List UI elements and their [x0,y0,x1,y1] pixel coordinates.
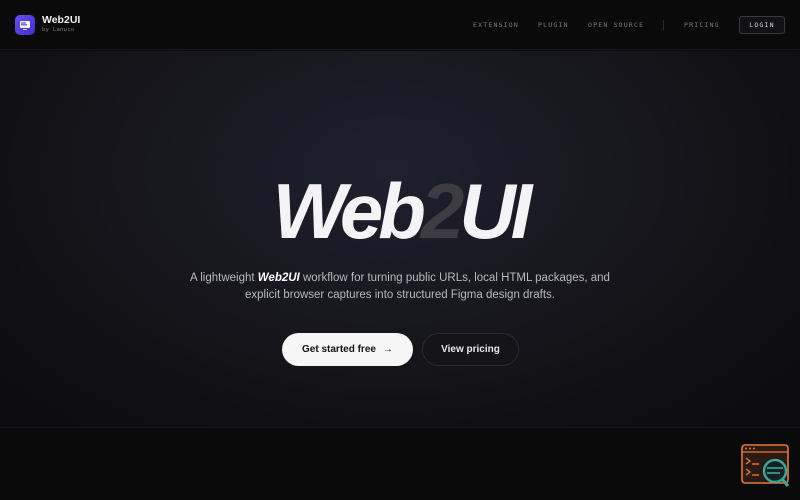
hero-description-brand: Web2UI [257,272,300,284]
app-logo-icon [15,14,35,35]
view-pricing-label: View pricing [441,344,500,355]
arrow-right-icon: → [382,344,393,355]
nav-link-extension[interactable]: EXTENSION [473,21,519,29]
hero-description-post: workflow for turning public URLs, local … [245,272,610,301]
hero-title-accent: 2 [420,167,464,255]
hero-title-web: Web [272,167,426,255]
nav-link-pricing[interactable]: PRICING [684,21,720,29]
get-started-button[interactable]: Get started free → [282,333,413,366]
brand-name: Web2UI [42,14,81,26]
hero-title: Web2UI [0,169,800,253]
nav-divider [663,20,664,30]
get-started-label: Get started free [302,344,376,355]
nav-link-plugin[interactable]: PLUGIN [538,21,569,29]
nav-link-open-source[interactable]: OPEN SOURCE [588,21,644,29]
brand[interactable]: Web2UI by Lanuco [15,14,80,35]
terminal-search-icon[interactable] [741,444,791,488]
login-button[interactable]: LOGIN [739,16,785,34]
hero-section: Web2UI A lightweight Web2UI workflow for… [0,51,800,427]
hero-description-pre: A lightweight [190,272,258,284]
hero-title-ui: UI [459,167,532,255]
hero-description: A lightweight Web2UI workflow for turnin… [190,270,610,303]
next-section [0,427,800,500]
brand-subtitle: by Lanuco [42,27,75,33]
view-pricing-button[interactable]: View pricing [422,333,519,366]
top-navbar: Web2UI by Lanuco EXTENSION PLUGIN OPEN S… [0,0,800,50]
